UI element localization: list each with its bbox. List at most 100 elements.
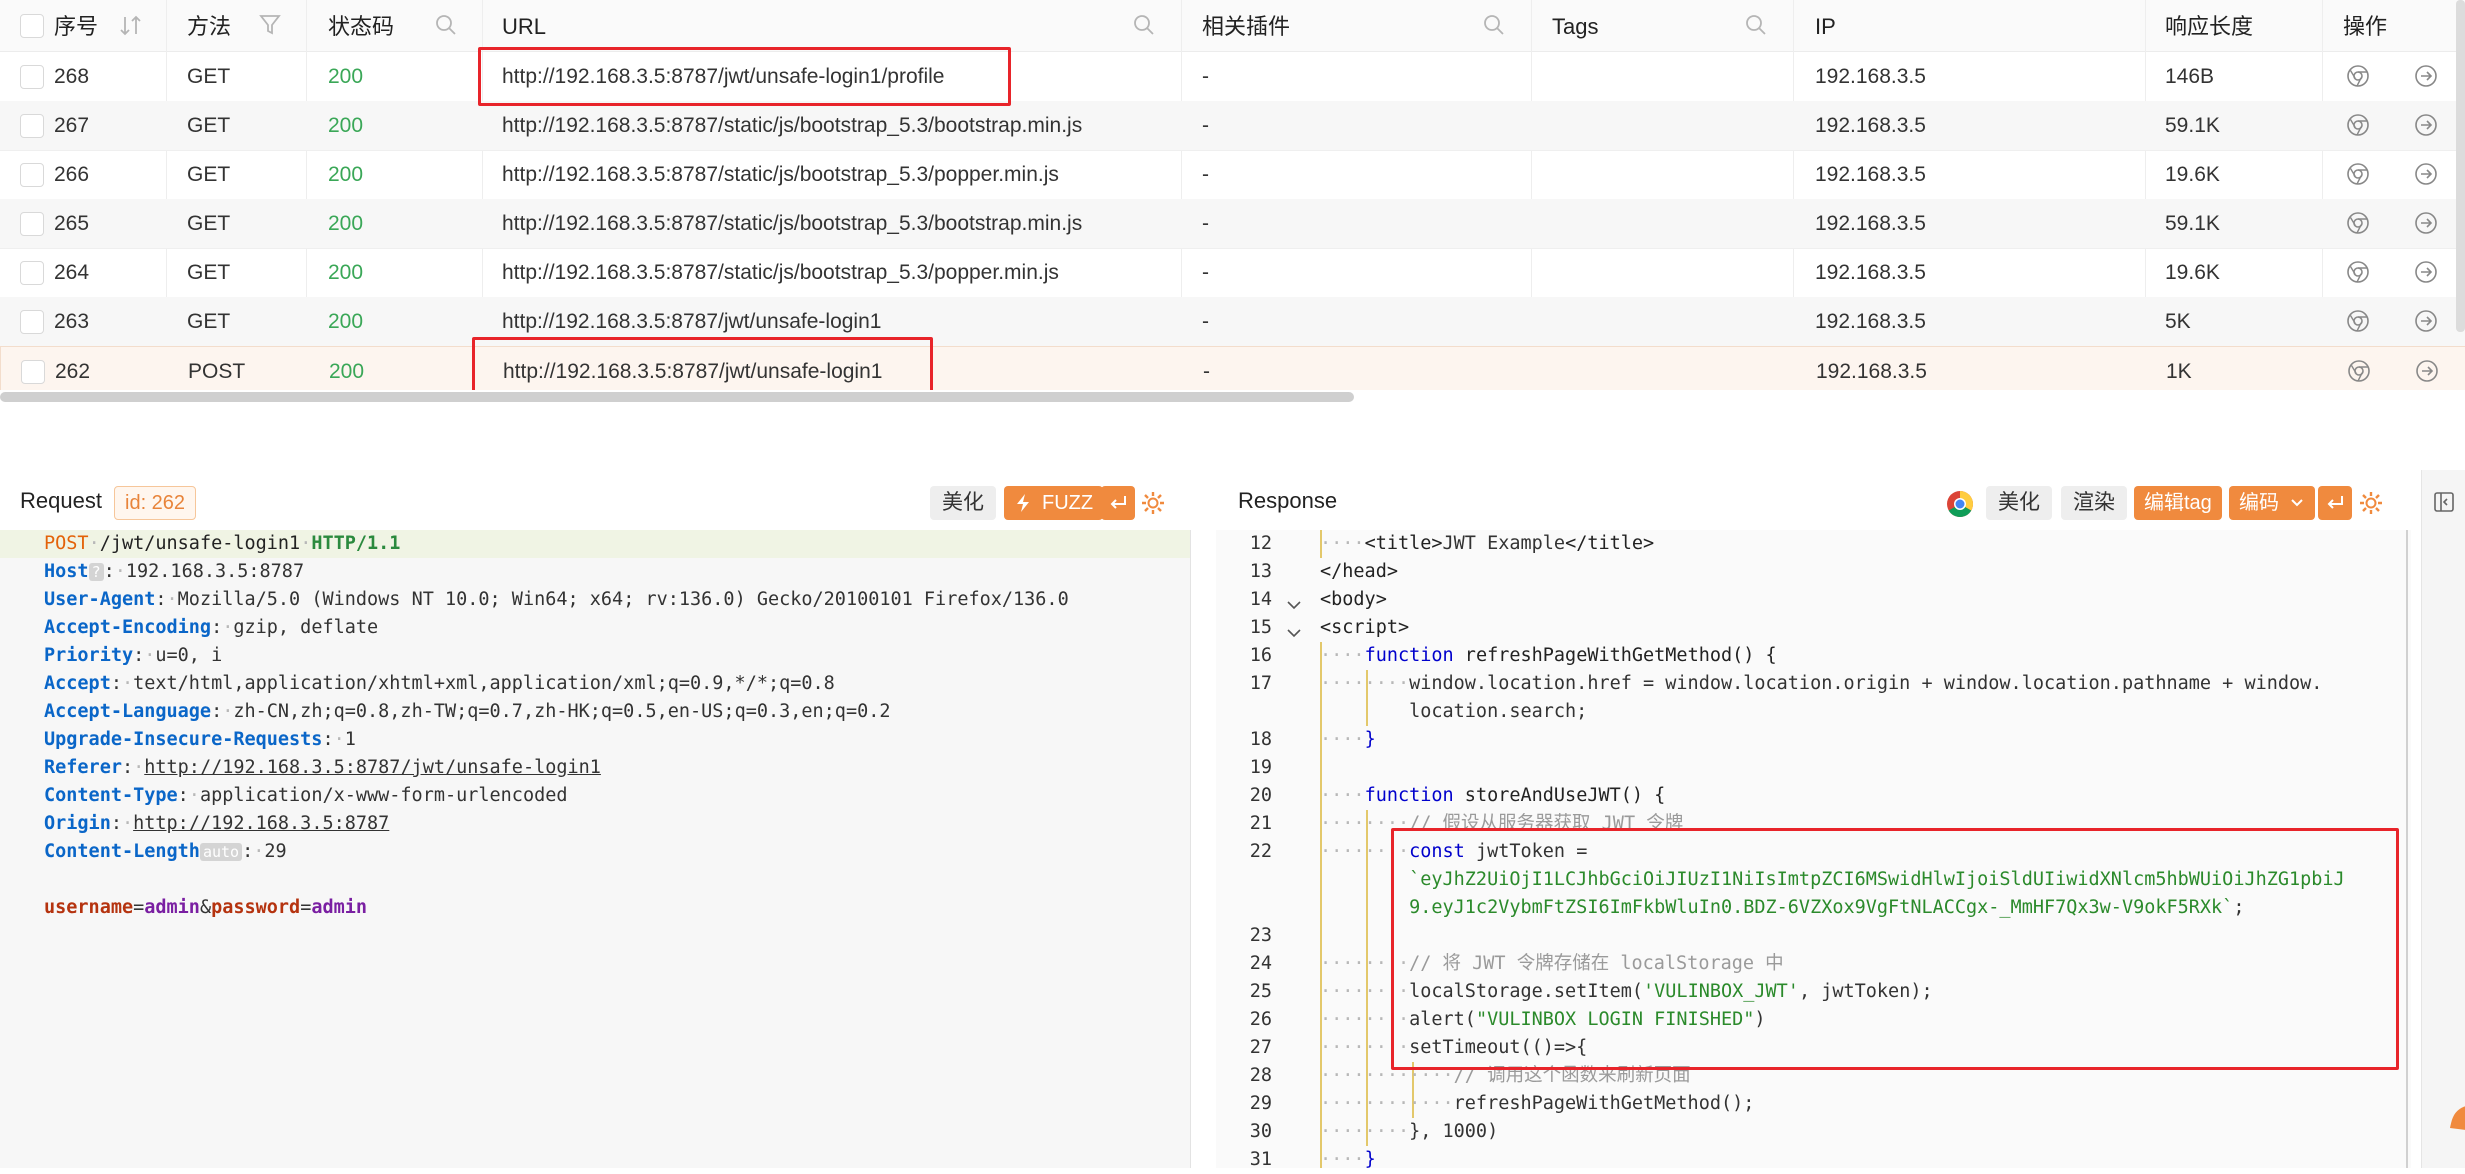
row-method: GET bbox=[187, 163, 231, 186]
wrap-button[interactable] bbox=[1101, 486, 1135, 520]
beautify-button[interactable]: 美化 bbox=[930, 486, 996, 520]
row-method: GET bbox=[187, 310, 231, 333]
row-seq: 267 bbox=[54, 114, 90, 137]
browser-icon[interactable] bbox=[2346, 211, 2370, 235]
response-title: Response bbox=[1238, 488, 1338, 513]
line-number: 16 bbox=[1249, 645, 1272, 666]
line-number: 24 bbox=[1249, 953, 1272, 974]
row-plugin: - bbox=[1203, 360, 1210, 383]
mascot-icon bbox=[2450, 1106, 2465, 1130]
header-tags[interactable]: Tags bbox=[1552, 0, 1766, 51]
request-id-tag: id: 262 bbox=[114, 486, 197, 520]
search-icon[interactable] bbox=[1482, 13, 1506, 37]
header-status[interactable]: 状态码 bbox=[328, 0, 456, 51]
header-ip[interactable]: IP bbox=[1815, 0, 1836, 51]
row-checkbox[interactable] bbox=[20, 163, 44, 187]
header-seq[interactable]: 序号 bbox=[54, 0, 141, 51]
select-all-checkbox[interactable] bbox=[20, 14, 44, 38]
line-number: 17 bbox=[1249, 673, 1272, 694]
fold-chevron-icon[interactable] bbox=[1286, 620, 1302, 648]
table-row[interactable]: 263 GET 200 http://192.168.3.5:8787/jwt/… bbox=[0, 297, 2465, 347]
row-seq: 263 bbox=[54, 310, 90, 333]
code-line: ····<title>JWT Example</title> bbox=[1320, 533, 1655, 554]
header-plugin[interactable]: 相关插件 bbox=[1202, 0, 1504, 51]
chrome-icon[interactable] bbox=[1946, 490, 1974, 518]
collapse-panel-icon[interactable] bbox=[2432, 490, 2456, 514]
code-line: ····} bbox=[1320, 1149, 1376, 1170]
header-actions: 操作 bbox=[2343, 14, 2388, 39]
row-url: http://192.168.3.5:8787/static/js/bootst… bbox=[502, 163, 1059, 186]
row-length: 1K bbox=[2166, 360, 2192, 383]
search-icon[interactable] bbox=[1744, 13, 1768, 37]
table-vertical-scrollbar[interactable] bbox=[2456, 0, 2465, 332]
edit-tag-button[interactable]: 编辑tag bbox=[2134, 486, 2222, 520]
code-line: <body> bbox=[1320, 589, 1387, 610]
header-length[interactable]: 响应长度 bbox=[2165, 0, 2253, 51]
table-row[interactable]: 268 GET 200 http://192.168.3.5:8787/jwt/… bbox=[0, 52, 2465, 102]
row-checkbox[interactable] bbox=[20, 310, 44, 334]
header-accept-language: Accept-Language:·zh-CN,zh;q=0.8,zh-TW;q=… bbox=[44, 701, 891, 722]
sort-icon[interactable] bbox=[118, 14, 144, 38]
response-header: Response 美化 渲染 编辑tag 编码 bbox=[1216, 474, 2411, 530]
filter-icon[interactable] bbox=[259, 13, 281, 37]
response-editor[interactable]: 12 13 14 15 16 17 18 19 20 21 22 23 24 2… bbox=[1216, 530, 2411, 1170]
line-number: 22 bbox=[1249, 841, 1272, 862]
fuzz-button[interactable]: FUZZ bbox=[1004, 486, 1104, 520]
browser-icon[interactable] bbox=[2346, 113, 2370, 137]
browser-icon[interactable] bbox=[2347, 359, 2371, 383]
browser-icon[interactable] bbox=[2346, 64, 2370, 88]
search-icon[interactable] bbox=[434, 13, 458, 37]
row-plugin: - bbox=[1202, 65, 1209, 88]
fold-chevron-icon[interactable] bbox=[1286, 592, 1302, 620]
beautify-button[interactable]: 美化 bbox=[1986, 486, 2052, 520]
row-status: 200 bbox=[329, 360, 365, 383]
row-checkbox[interactable] bbox=[20, 212, 44, 236]
arrow-right-circle-icon[interactable] bbox=[2414, 309, 2438, 333]
arrow-right-circle-icon[interactable] bbox=[2414, 113, 2438, 137]
row-plugin: - bbox=[1202, 163, 1209, 186]
row-status: 200 bbox=[328, 114, 364, 137]
arrow-right-circle-icon[interactable] bbox=[2414, 211, 2438, 235]
table-header: 序号 方法 状态码 URL 相关插件 Tags IP 响应长度 操作 bbox=[0, 0, 2465, 52]
table-row[interactable]: 264 GET 200 http://192.168.3.5:8787/stat… bbox=[0, 248, 2465, 298]
table-row[interactable]: 265 GET 200 http://192.168.3.5:8787/stat… bbox=[0, 199, 2465, 249]
row-seq: 262 bbox=[55, 360, 91, 383]
row-checkbox[interactable] bbox=[20, 65, 44, 89]
arrow-right-circle-icon[interactable] bbox=[2414, 260, 2438, 284]
search-icon[interactable] bbox=[1132, 13, 1156, 37]
row-method: GET bbox=[187, 65, 231, 88]
arrow-right-circle-icon[interactable] bbox=[2414, 162, 2438, 186]
header-url[interactable]: URL bbox=[502, 0, 1154, 51]
settings-gear-icon[interactable] bbox=[2358, 490, 2384, 516]
table-row-selected[interactable]: 262 POST 200 http://192.168.3.5:8787/jwt… bbox=[0, 346, 2465, 390]
line-number: 21 bbox=[1249, 813, 1272, 834]
table-horizontal-scrollbar[interactable] bbox=[0, 392, 1354, 402]
encode-dropdown[interactable]: 编码 bbox=[2229, 486, 2315, 520]
row-checkbox[interactable] bbox=[21, 360, 45, 384]
row-url: http://192.168.3.5:8787/static/js/bootst… bbox=[502, 114, 1083, 137]
row-checkbox[interactable] bbox=[20, 114, 44, 138]
request-editor[interactable]: POST·/jwt/unsafe-login1·HTTP/1.1 Host?:·… bbox=[0, 530, 1191, 1168]
row-plugin: - bbox=[1202, 310, 1209, 333]
row-url: http://192.168.3.5:8787/static/js/bootst… bbox=[502, 212, 1083, 235]
line-number: 20 bbox=[1249, 785, 1272, 806]
row-status: 200 bbox=[328, 65, 364, 88]
table-row[interactable]: 267 GET 200 http://192.168.3.5:8787/stat… bbox=[0, 101, 2465, 151]
render-button[interactable]: 渲染 bbox=[2061, 486, 2127, 520]
wrap-button[interactable] bbox=[2318, 486, 2352, 520]
arrow-right-circle-icon[interactable] bbox=[2414, 64, 2438, 88]
row-length: 5K bbox=[2165, 310, 2191, 333]
browser-icon[interactable] bbox=[2346, 260, 2370, 284]
settings-gear-icon[interactable] bbox=[1140, 490, 1166, 516]
header-content-type: Content-Type:·application/x-www-form-url… bbox=[44, 785, 568, 806]
request-header: Request id: 262 美化 FUZZ bbox=[0, 474, 1190, 530]
table-row[interactable]: 266 GET 200 http://192.168.3.5:8787/stat… bbox=[0, 150, 2465, 200]
header-method[interactable]: 方法 bbox=[187, 0, 281, 51]
row-method: GET bbox=[187, 212, 231, 235]
chevron-down-icon bbox=[2291, 499, 2303, 507]
browser-icon[interactable] bbox=[2346, 162, 2370, 186]
row-checkbox[interactable] bbox=[20, 261, 44, 285]
browser-icon[interactable] bbox=[2346, 309, 2370, 333]
response-scrollbar[interactable] bbox=[2406, 530, 2408, 1168]
arrow-right-circle-icon[interactable] bbox=[2415, 359, 2439, 383]
